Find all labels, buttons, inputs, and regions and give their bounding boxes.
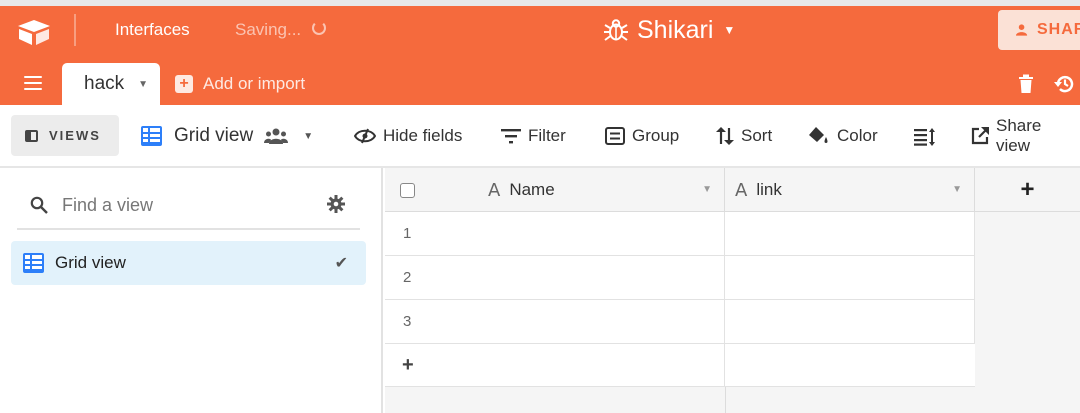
chevron-down-icon[interactable]: ▼ <box>952 184 962 195</box>
base-name: Shikari <box>637 15 714 44</box>
add-or-import-label: Add or import <box>203 74 306 93</box>
view-name: Grid view <box>174 125 254 146</box>
hide-fields-label: Hide fields <box>383 126 463 145</box>
chevron-down-icon[interactable]: ▼ <box>702 184 712 195</box>
text-field-icon: A <box>735 179 748 201</box>
external-link-icon <box>971 127 989 145</box>
saving-spinner-icon <box>312 21 326 35</box>
column-header-label: link <box>756 180 782 199</box>
saving-status: Saving... <box>235 20 302 39</box>
table-row[interactable]: 1 <box>385 212 975 256</box>
color-button[interactable]: Color <box>808 123 878 149</box>
sidebar-item-label: Grid view <box>55 253 126 272</box>
plus-icon: + <box>402 353 414 376</box>
eye-slash-icon <box>354 128 376 144</box>
interfaces-link[interactable]: Interfaces <box>115 20 190 40</box>
column-header-label: Name <box>509 180 555 199</box>
grid-view-icon <box>141 126 162 146</box>
person-icon <box>1016 24 1028 36</box>
cell-link[interactable] <box>725 212 975 255</box>
chevron-down-icon: ▼ <box>303 130 314 142</box>
table-row[interactable]: 3 <box>385 300 975 344</box>
grid-header-row: A Name ▼ A link ▼ <box>385 168 975 212</box>
base-name-menu[interactable]: Shikari ▼ <box>603 14 735 46</box>
grid-table: A Name ▼ A link ▼ + 1 2 3 + <box>385 168 1080 413</box>
row-number: 2 <box>403 269 412 286</box>
views-toggle-button[interactable]: VIEWS <box>11 115 119 156</box>
cell-link[interactable] <box>725 300 975 343</box>
table-row[interactable]: 2 <box>385 256 975 300</box>
add-or-import-button[interactable]: + Add or import <box>175 73 305 95</box>
grid-view-icon <box>23 253 44 273</box>
group-icon <box>605 127 625 145</box>
cell-name[interactable] <box>478 256 725 299</box>
sidebar-item-grid-view[interactable]: Grid view ✔ <box>11 241 366 285</box>
collaborators-icon <box>264 128 289 144</box>
sort-label: Sort <box>741 126 773 145</box>
airtable-logo-icon[interactable] <box>16 18 52 46</box>
cell-name[interactable] <box>478 300 725 343</box>
share-view-button[interactable]: Share view <box>971 116 1080 155</box>
history-icon[interactable] <box>1054 73 1076 95</box>
plus-icon: + <box>175 75 193 93</box>
checkmark-icon: ✔ <box>334 255 348 272</box>
bug-icon <box>604 19 628 41</box>
find-view-input[interactable] <box>62 194 312 216</box>
window-edge <box>0 0 1080 6</box>
select-all-checkbox[interactable] <box>400 182 415 198</box>
find-view-search <box>17 182 360 230</box>
filter-label: Filter <box>528 126 566 145</box>
column-divider <box>725 387 726 413</box>
sort-button[interactable]: Sort <box>716 123 772 149</box>
search-icon <box>30 196 48 214</box>
table-tab-label: hack <box>84 73 125 94</box>
gear-icon[interactable] <box>326 194 346 214</box>
menu-hamburger-icon[interactable] <box>24 76 42 90</box>
hide-fields-button[interactable]: Hide fields <box>354 123 462 149</box>
chevron-down-icon: ▼ <box>723 23 736 37</box>
view-switcher[interactable]: Grid view ▼ <box>141 123 313 149</box>
column-header-link[interactable]: A link ▼ <box>725 168 975 212</box>
views-label: VIEWS <box>49 128 101 143</box>
add-row-button[interactable]: + <box>385 344 975 387</box>
column-header-name[interactable]: A Name ▼ <box>478 168 725 212</box>
cell-name[interactable] <box>478 212 725 255</box>
share-button[interactable]: SHARE <box>998 10 1080 50</box>
top-bar: Interfaces Saving... Shikari ▼ SHARE hac… <box>0 0 1080 105</box>
sort-icon <box>716 127 734 145</box>
views-sidebar: Grid view ✔ <box>0 168 383 413</box>
select-all-cell <box>385 168 478 212</box>
table-tab-hack[interactable]: hack ▼ <box>62 63 160 105</box>
add-field-button[interactable]: + <box>975 168 1080 212</box>
trash-icon[interactable] <box>1018 74 1034 94</box>
paint-bucket-icon <box>809 127 828 143</box>
topbar-divider <box>74 14 76 46</box>
filter-icon <box>501 129 521 144</box>
sidebar-panel-icon <box>25 129 38 142</box>
row-number: 1 <box>403 225 412 242</box>
chevron-down-icon[interactable]: ▼ <box>138 79 148 90</box>
share-view-label: Share view <box>995 116 1042 155</box>
text-field-icon: A <box>488 179 501 201</box>
filter-button[interactable]: Filter <box>501 123 566 149</box>
row-number: 3 <box>403 313 412 330</box>
view-toolbar: VIEWS Grid view ▼ Hide fields Filter Gro… <box>0 105 1080 168</box>
share-label: SHARE <box>1036 21 1080 38</box>
color-label: Color <box>837 126 878 145</box>
group-button[interactable]: Group <box>605 123 679 149</box>
group-label: Group <box>632 126 680 145</box>
row-height-icon[interactable] <box>914 128 936 146</box>
cell-link[interactable] <box>725 256 975 299</box>
